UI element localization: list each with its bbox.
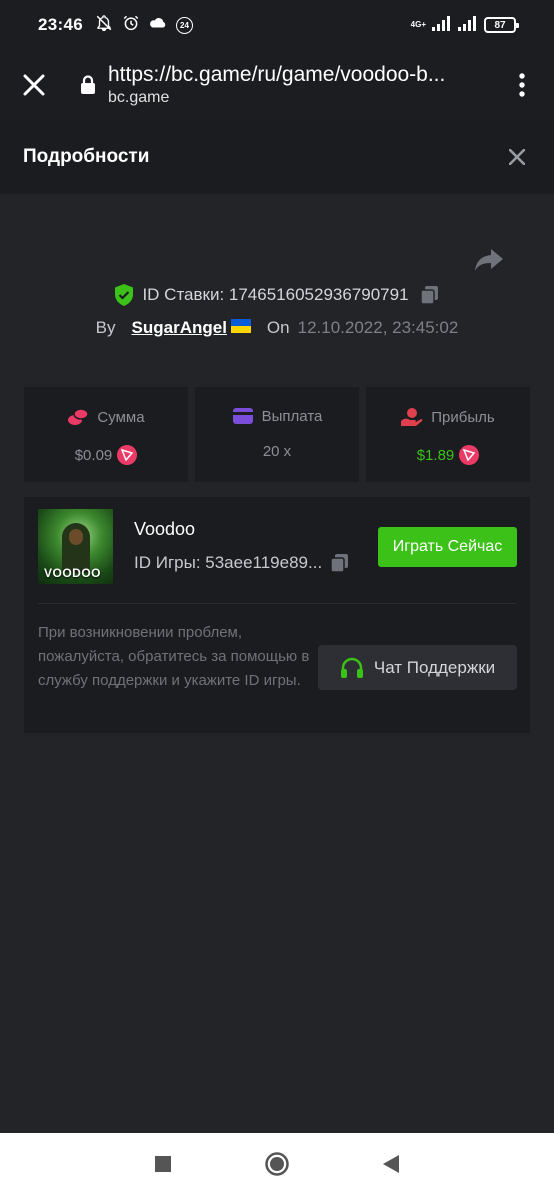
stat-amount-value-row: $0.09 xyxy=(75,445,138,465)
bet-date: 12.10.2022, 23:45:02 xyxy=(297,318,459,337)
copy-icon xyxy=(330,554,349,573)
stat-profit-value: $1.89 xyxy=(416,446,455,464)
copy-bet-id-button[interactable] xyxy=(419,285,440,305)
kebab-icon xyxy=(519,73,525,97)
bet-id: ID Ставки: 1746516052936790791 xyxy=(142,285,409,304)
battery-indicator: 87 xyxy=(484,17,519,33)
stat-payout-value-row: 20 x xyxy=(263,443,291,460)
stat-amount-header: Сумма xyxy=(67,407,145,427)
screen: 23:46 24 4G+ 87 https://bc.game/ru/game/… xyxy=(0,0,554,1200)
home-button[interactable] xyxy=(264,1151,290,1182)
browser-menu-button[interactable] xyxy=(490,50,554,120)
game-id-row: ID Игры: 53aee119e89... xyxy=(134,553,350,573)
dialog-close-button[interactable] xyxy=(503,143,531,171)
status-time: 23:46 xyxy=(38,15,83,34)
trx-coin-icon xyxy=(459,445,480,465)
status-bar: 23:46 24 4G+ 87 xyxy=(0,0,554,50)
cloud-icon xyxy=(149,16,167,35)
game-name: Voodoo xyxy=(134,519,196,539)
bet-author-row: By SugarAngel On 12.10.2022, 23:45:02 xyxy=(0,318,554,338)
trx-coin-icon xyxy=(117,445,138,465)
dialog-title: Подробности xyxy=(23,146,150,167)
circle-icon xyxy=(265,1152,289,1176)
recents-button[interactable] xyxy=(154,1155,172,1178)
bet-stats: Сумма $0.09 Выплата 20 x Прибыль $1.89 xyxy=(24,387,530,482)
stat-payout-label: Выплата xyxy=(261,407,323,425)
divider xyxy=(38,603,516,604)
thumbnail-face xyxy=(69,529,83,545)
coins-icon xyxy=(68,408,90,425)
address-bar[interactable]: https://bc.game/ru/game/voodoo-b... bc.g… xyxy=(108,63,490,107)
url-text: https://bc.game/ru/game/voodoo-b... xyxy=(108,63,446,86)
browser-close-button[interactable] xyxy=(0,50,68,120)
system-nav-bar xyxy=(0,1133,554,1200)
share-button[interactable] xyxy=(474,246,504,274)
stat-profit: Прибыль $1.89 xyxy=(366,387,530,482)
game-card: VOODOO Voodoo ID Игры: 53aee119e89... Иг… xyxy=(24,497,530,733)
bet-id-row: ID Ставки: 1746516052936790791 xyxy=(0,284,554,306)
copy-icon xyxy=(419,286,438,305)
status-icons-left: 24 xyxy=(95,14,193,37)
stat-profit-value-row: $1.89 xyxy=(417,445,480,465)
close-icon xyxy=(23,74,45,96)
stat-payout-value: 20 x xyxy=(262,443,292,460)
thumbnail-title: VOODOO xyxy=(44,566,102,580)
url-domain: bc.game xyxy=(108,89,170,106)
game-id: ID Игры: 53aee119e89... xyxy=(134,553,323,572)
card-icon xyxy=(232,408,253,424)
ukraine-flag-icon xyxy=(230,319,251,333)
stat-amount-label: Сумма xyxy=(97,408,145,426)
stat-profit-label: Прибыль xyxy=(431,408,495,426)
bell-off-icon xyxy=(95,14,113,37)
headphones-icon xyxy=(340,657,363,678)
status-icons-right: 4G+ 87 xyxy=(410,15,519,36)
game-thumbnail[interactable]: VOODOO xyxy=(38,509,113,584)
signal-icon-2 xyxy=(458,15,478,36)
verified-shield-icon xyxy=(114,284,134,306)
username-link[interactable]: SugarAngel xyxy=(132,318,227,338)
play-now-button[interactable]: Играть Сейчас xyxy=(378,527,517,567)
profit-hand-icon xyxy=(401,408,423,426)
back-triangle-icon xyxy=(383,1155,399,1173)
stat-profit-header: Прибыль xyxy=(401,407,495,427)
close-icon xyxy=(509,149,525,165)
stat-amount-value: $0.09 xyxy=(74,446,113,464)
back-button[interactable] xyxy=(382,1154,400,1179)
share-icon xyxy=(475,249,503,271)
notification-badge: 24 xyxy=(175,16,193,34)
on-label: On xyxy=(266,318,290,337)
copy-game-id-button[interactable] xyxy=(330,553,350,573)
stat-payout: Выплата 20 x xyxy=(195,387,359,482)
dialog-header: Подробности xyxy=(0,120,554,194)
stat-amount: Сумма $0.09 xyxy=(24,387,188,482)
network-type: 4G+ xyxy=(410,20,426,29)
signal-icon xyxy=(432,15,452,36)
stat-payout-header: Выплата xyxy=(232,407,323,425)
by-label: By xyxy=(95,318,116,337)
support-chat-button[interactable]: Чат Поддержки xyxy=(318,645,517,690)
lock-icon xyxy=(68,75,108,95)
support-help-text: При возникновении проблем, пожалуйста, о… xyxy=(38,624,310,689)
support-chat-label: Чат Поддержки xyxy=(373,657,496,677)
alarm-icon xyxy=(122,14,140,37)
square-icon xyxy=(155,1156,171,1172)
browser-toolbar: https://bc.game/ru/game/voodoo-b... bc.g… xyxy=(0,50,554,120)
